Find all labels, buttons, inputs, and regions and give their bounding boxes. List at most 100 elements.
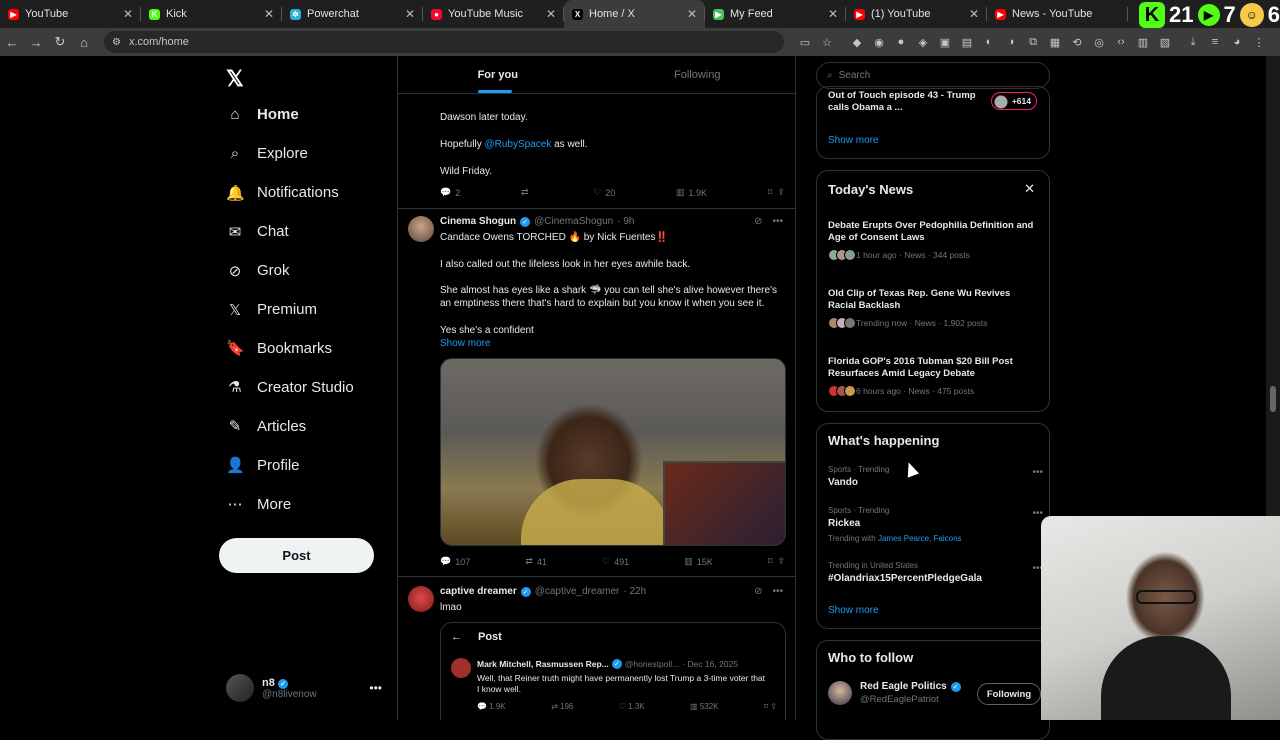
reload-button[interactable]: ↻ <box>48 34 72 50</box>
browser-tab[interactable]: ✲ Powerchat ✕ <box>282 0 423 28</box>
nav-item-more[interactable]: ⋯ More <box>226 495 292 514</box>
close-tab-icon[interactable]: ✕ <box>123 7 133 21</box>
more-dots-icon[interactable]: ••• <box>1032 508 1043 519</box>
menu-icon[interactable]: ⋮ <box>1248 36 1270 49</box>
site-info-icon[interactable]: ⚙ <box>112 37 121 48</box>
repost-button[interactable]: ⇄ <box>521 187 533 198</box>
puzzle-icon[interactable]: ⧉ <box>1022 36 1044 49</box>
x-logo-icon[interactable]: 𝕏 <box>226 66 244 92</box>
trend-item[interactable]: Trending in United States #Olandriax15Pe… <box>828 561 1043 584</box>
extension-icon[interactable]: ◎ <box>1088 36 1110 49</box>
nav-item-creator-studio[interactable]: ⚗ Creator Studio <box>226 378 353 397</box>
views-button[interactable]: ▥ 532K <box>690 702 718 711</box>
mention-link[interactable]: @RubySpacek <box>484 139 551 150</box>
code-icon[interactable]: ‹› <box>1110 36 1132 48</box>
repost-button[interactable]: ⇄ 196 <box>551 702 573 711</box>
news-item[interactable]: Old Clip of Texas Rep. Gene Wu Revives R… <box>828 288 1038 329</box>
bookmark-button[interactable]: ⌑ ⇪ <box>768 556 785 567</box>
history-icon[interactable]: ⟲ <box>1066 36 1088 49</box>
browser-tab[interactable]: ● YouTube Music ✕ <box>423 0 564 28</box>
more-dots-icon[interactable]: ••• <box>369 681 382 695</box>
forward-button[interactable]: → <box>24 35 48 50</box>
media-icon[interactable]: ≡ <box>1204 36 1226 48</box>
trending-with-link[interactable]: James Pearce, Falcons <box>878 534 962 543</box>
news-item[interactable]: Florida GOP's 2016 Tubman $20 Bill Post … <box>828 356 1038 397</box>
nav-item-articles[interactable]: ✎ Articles <box>226 417 306 436</box>
extension-icon[interactable]: ◑ <box>1000 36 1022 48</box>
nav-item-notifications[interactable]: 🔔 Notifications <box>226 184 339 202</box>
post-video[interactable] <box>440 358 786 546</box>
trending-title[interactable]: Out of Touch episode 43 - Trump calls Ob… <box>828 90 978 114</box>
back-button[interactable]: ← <box>0 35 24 50</box>
extension-icon[interactable]: ● <box>890 36 912 48</box>
trend-item[interactable]: Sports · Trending Vando ••• <box>828 465 1043 488</box>
browser-tab[interactable]: ▶ (1) YouTube ✕ <box>846 0 987 28</box>
address-bar[interactable]: ⚙ x.com/home <box>104 31 784 53</box>
sidebar-icon[interactable]: ▥ <box>1132 36 1154 49</box>
reply-button[interactable]: 💬 1.9K <box>477 702 506 711</box>
post-time[interactable]: · 9h <box>617 216 634 227</box>
nav-item-grok[interactable]: ⊘ Grok <box>226 262 290 280</box>
download-icon[interactable]: ⤓ <box>1182 36 1204 49</box>
extension-icon[interactable]: ▦ <box>1044 36 1066 49</box>
reply-button[interactable]: 💬 107 <box>440 556 470 567</box>
nav-item-bookmarks[interactable]: 🔖 Bookmarks <box>226 339 332 358</box>
install-icon[interactable]: ▭ <box>794 36 816 49</box>
avatar[interactable] <box>828 681 852 705</box>
more-dots-icon[interactable]: ••• <box>772 216 783 227</box>
profile-icon[interactable]: ◕ <box>1226 36 1248 48</box>
nav-item-profile[interactable]: 👤 Profile <box>226 456 300 475</box>
nav-item-chat[interactable]: ✉ Chat <box>226 223 289 241</box>
close-tab-icon[interactable]: ✕ <box>264 7 274 21</box>
split-icon[interactable]: ▧ <box>1154 36 1176 49</box>
show-more-link[interactable]: Show more <box>828 605 879 616</box>
more-dots-icon[interactable]: ••• <box>1032 467 1043 478</box>
post-button[interactable]: Post <box>219 538 374 573</box>
views-button[interactable]: ▥ 1.9K <box>676 187 707 198</box>
browser-tab[interactable]: K Kick ✕ <box>141 0 282 28</box>
reply-button[interactable]: 💬 2 <box>440 187 460 198</box>
show-more-link[interactable]: Show more <box>828 135 879 146</box>
home-button[interactable]: ⌂ <box>72 35 96 50</box>
scrollbar-thumb[interactable] <box>1270 386 1276 412</box>
grok-icon[interactable]: ⊘ <box>754 216 762 227</box>
extension-icon[interactable]: ▤ <box>956 36 978 49</box>
quoted-post[interactable]: ← Post Mark Mitchell, Rasmussen Rep... ✓ … <box>440 622 786 720</box>
back-arrow-icon[interactable]: ← <box>451 631 462 643</box>
author-name[interactable]: Cinema Shogun <box>440 216 516 227</box>
bookmark-button[interactable]: ⌑ ⇪ <box>764 702 777 711</box>
tab-following[interactable]: Following <box>598 56 796 93</box>
close-tab-icon[interactable]: ✕ <box>405 7 415 21</box>
author-handle[interactable]: @CinemaShogun <box>534 216 613 227</box>
avatar-count-badge[interactable]: +614 <box>990 92 1037 110</box>
browser-tab[interactable]: ▶ YouTube ✕ <box>0 0 141 28</box>
news-item[interactable]: Debate Erupts Over Pedophilia Definition… <box>828 220 1038 261</box>
like-button[interactable]: ♡ 1.3K <box>619 702 645 711</box>
suggested-account[interactable]: Red Eagle Politics ✓ @RedEaglePatriot <box>860 681 961 705</box>
browser-tab[interactable]: X Home / X ✕ <box>564 0 705 28</box>
show-more-link[interactable]: Show more <box>440 337 790 350</box>
views-button[interactable]: ▥ 15K <box>684 556 713 567</box>
close-tab-icon[interactable]: ✕ <box>546 7 556 21</box>
like-button[interactable]: ♡ 491 <box>602 556 629 567</box>
extension-icon[interactable]: ◆ <box>846 36 868 49</box>
author-name[interactable]: captive dreamer <box>440 586 517 597</box>
close-icon[interactable]: ✕ <box>1024 181 1035 197</box>
tab-for-you[interactable]: For you <box>398 56 598 93</box>
extension-icon[interactable]: ◐ <box>978 36 1000 48</box>
author-handle[interactable]: @captive_dreamer <box>535 586 620 597</box>
trend-item[interactable]: Sports · Trending Rickea Trending with J… <box>828 506 1043 543</box>
grok-icon[interactable]: ⊘ <box>754 586 762 597</box>
like-button[interactable]: ♡ 20 <box>593 187 615 198</box>
more-dots-icon[interactable]: ••• <box>772 586 783 597</box>
nav-item-explore[interactable]: ⌕ Explore <box>226 145 308 162</box>
nav-item-premium[interactable]: 𝕏 Premium <box>226 301 317 319</box>
avatar[interactable] <box>408 216 434 242</box>
search-input[interactable]: ⌕ Search <box>816 62 1050 89</box>
extension-icon[interactable]: ◈ <box>912 36 934 49</box>
account-switcher[interactable]: n8 ✓ @n8livenow ••• <box>226 674 386 702</box>
close-tab-icon[interactable]: ✕ <box>687 7 697 21</box>
close-tab-icon[interactable]: ✕ <box>828 7 838 21</box>
close-tab-icon[interactable]: ✕ <box>969 7 979 21</box>
post-time[interactable]: · 22h <box>623 586 646 597</box>
